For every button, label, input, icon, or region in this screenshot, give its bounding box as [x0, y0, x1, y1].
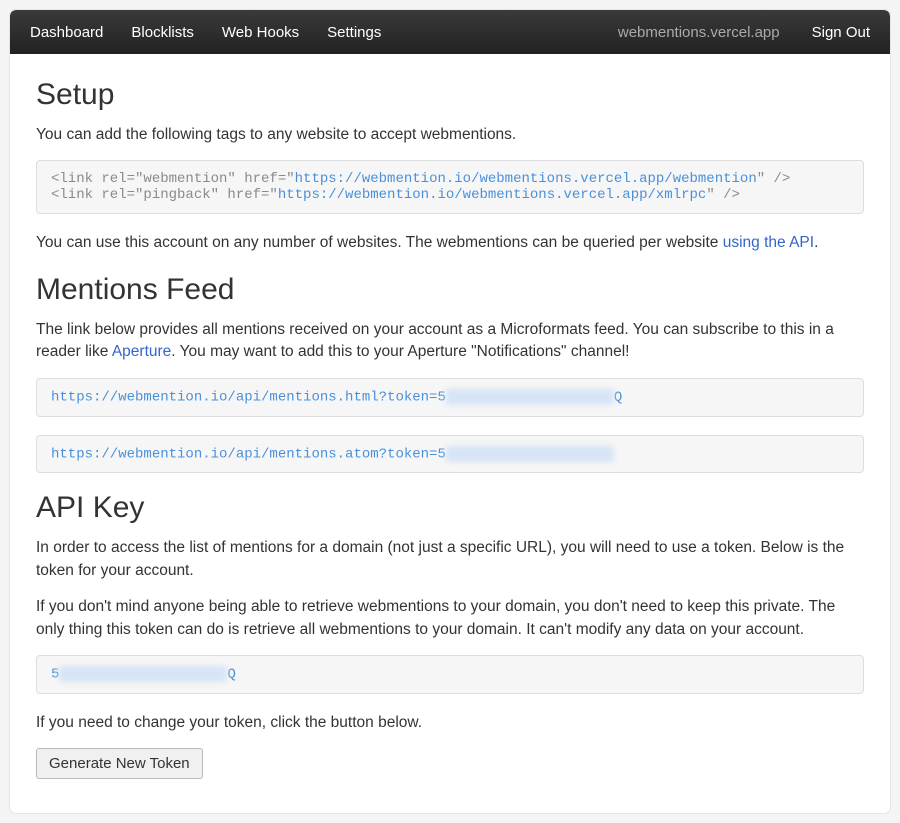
- setup-heading: Setup: [36, 78, 864, 112]
- feed-para1: The link below provides all mentions rec…: [36, 319, 864, 364]
- sign-out-link[interactable]: Sign Out: [812, 24, 870, 41]
- apikey-token: 5xxxxxxxxxxxxxxxxxxxxQ: [36, 655, 864, 694]
- pingback-url: https://webmention.io/webmentions.vercel…: [278, 187, 706, 203]
- setup-code-snippet: <link rel="webmention" href="https://web…: [36, 160, 864, 214]
- nav-dashboard[interactable]: Dashboard: [30, 24, 103, 41]
- redacted-token: xxxxxxxxxxxxxxxxxxxx: [446, 446, 614, 462]
- apikey-para3: If you need to change your token, click …: [36, 712, 864, 734]
- apikey-heading: API Key: [36, 491, 864, 525]
- redacted-token: xxxxxxxxxxxxxxxxxxxx: [446, 389, 614, 405]
- redacted-token: xxxxxxxxxxxxxxxxxxxx: [59, 666, 227, 682]
- apikey-para1: In order to access the list of mentions …: [36, 537, 864, 582]
- setup-para2: You can use this account on any number o…: [36, 232, 864, 254]
- nav-domain: webmentions.vercel.app: [618, 24, 780, 41]
- nav-blocklists[interactable]: Blocklists: [131, 24, 194, 41]
- navbar: Dashboard Blocklists Web Hooks Settings …: [10, 10, 890, 54]
- webmention-url: https://webmention.io/webmentions.vercel…: [295, 171, 757, 187]
- apikey-para2: If you don't mind anyone being able to r…: [36, 596, 864, 641]
- setup-intro: You can add the following tags to any we…: [36, 124, 864, 146]
- nav-settings[interactable]: Settings: [327, 24, 381, 41]
- app-window: Dashboard Blocklists Web Hooks Settings …: [10, 10, 890, 813]
- nav-webhooks[interactable]: Web Hooks: [222, 24, 299, 41]
- feed-url-atom: https://webmention.io/api/mentions.atom?…: [36, 435, 864, 474]
- feed-url-html: https://webmention.io/api/mentions.html?…: [36, 378, 864, 417]
- feed-heading: Mentions Feed: [36, 273, 864, 307]
- nav-right: webmentions.vercel.app Sign Out: [618, 24, 870, 41]
- content: Setup You can add the following tags to …: [10, 54, 890, 813]
- generate-new-token-button[interactable]: Generate New Token: [36, 748, 203, 779]
- aperture-link[interactable]: Aperture: [112, 343, 171, 360]
- nav-left: Dashboard Blocklists Web Hooks Settings: [30, 24, 381, 41]
- using-the-api-link[interactable]: using the API: [723, 234, 814, 251]
